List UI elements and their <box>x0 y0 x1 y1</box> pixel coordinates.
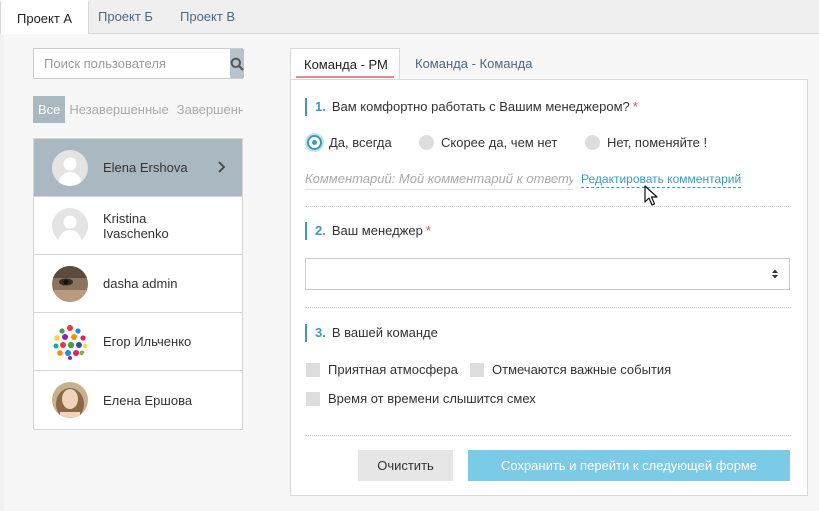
radio-dot <box>307 135 322 150</box>
question-3-title: 3. В вашей команде <box>305 324 438 342</box>
checkbox-label: Приятная атмосфера <box>328 362 458 377</box>
select-arrows-icon <box>772 269 778 279</box>
question-2-title: 2. Ваш менеджер * <box>305 222 431 240</box>
search-button[interactable] <box>230 49 244 78</box>
mouse-cursor-icon <box>644 185 658 206</box>
question-text: Вам комфортно работать с Вашим менеджеро… <box>331 99 630 114</box>
avatar <box>52 323 88 360</box>
radio-no-change[interactable]: Нет, поменяйте ! <box>585 135 707 150</box>
search-icon <box>230 57 244 71</box>
checkbox-box <box>470 362 484 377</box>
question-number: 2. <box>315 223 326 238</box>
search-input[interactable] <box>34 49 230 78</box>
user-name: Егор Ильченко <box>103 334 192 349</box>
user-item-elena-ershova-ru[interactable]: Елена Ершова <box>34 371 242 429</box>
checkbox-box <box>306 391 320 406</box>
project-tabs: Проект А Проект Б Проект В <box>0 0 819 35</box>
radio-rather-yes[interactable]: Скорее да, чем нет <box>419 135 557 150</box>
user-item-dasha-admin[interactable]: dasha admin <box>34 255 242 313</box>
filter-incomplete[interactable]: Незавершенные <box>65 96 172 123</box>
survey-form: 1. Вам комфортно работать с Вашим менедже… <box>290 79 808 496</box>
avatar <box>52 149 88 186</box>
radio-label: Да, всегда <box>329 135 392 150</box>
radio-label: Скорее да, чем нет <box>441 135 558 150</box>
question-text: Ваш менеджер <box>331 223 423 238</box>
user-search <box>33 48 244 79</box>
user-name: Elena Ershova <box>103 160 188 175</box>
save-and-next-button[interactable]: Сохранить и перейти к следующей форме <box>468 450 790 481</box>
radio-yes-always[interactable]: Да, всегда <box>307 135 392 150</box>
tab-team-team[interactable]: Команда - Команда <box>402 48 545 79</box>
tab-project-a[interactable]: Проект А <box>0 0 90 35</box>
user-item-kristina-ivaschenko[interactable]: Kristina Ivaschenko <box>34 197 242 255</box>
user-name: Kristina Ivaschenko <box>103 210 169 241</box>
user-list: Elena Ershova Kristina Ivaschenko dasha … <box>33 138 243 430</box>
question-number: 1. <box>315 99 326 114</box>
question-number: 3. <box>315 325 326 340</box>
avatar <box>52 265 88 302</box>
edit-comment-link[interactable]: Редактировать комментарий <box>581 172 742 188</box>
tab-project-c[interactable]: Проект В <box>164 0 251 34</box>
divider <box>305 206 791 207</box>
user-filters: ВсеНезавершенныеЗавершенные <box>33 96 243 123</box>
avatar <box>52 207 88 244</box>
user-item-elena-ershova[interactable]: Elena Ershova <box>34 139 242 197</box>
filter-complete[interactable]: Завершенные <box>173 96 243 123</box>
required-mark: * <box>425 223 431 238</box>
question-text: В вашей команде <box>331 325 438 340</box>
clear-button[interactable]: Очистить <box>358 450 453 481</box>
radio-dot <box>585 135 600 150</box>
avatar <box>52 382 88 418</box>
checkbox-pleasant-atmosphere[interactable]: Приятная атмосфера <box>306 362 458 377</box>
divider <box>305 435 791 436</box>
user-name: dasha admin <box>103 276 178 291</box>
checkbox-label: Отмечаются важные события <box>492 362 672 377</box>
tab-team-pm[interactable]: Команда - РМ <box>290 48 400 80</box>
manager-select[interactable] <box>305 258 790 290</box>
user-name: Елена Ершова <box>103 392 193 408</box>
filter-all[interactable]: Все <box>33 96 66 123</box>
radio-label: Нет, поменяйте ! <box>607 135 708 150</box>
comment-field[interactable]: Комментарий: Мой комментарий к ответу <box>305 170 573 190</box>
user-item-egor-ilchenko[interactable]: Егор Ильченко <box>34 313 242 371</box>
checkbox-box <box>306 362 320 377</box>
checkbox-label: Время от времени слышится смех <box>328 391 536 406</box>
tab-project-b[interactable]: Проект Б <box>82 0 169 34</box>
question-1-title: 1. Вам комфортно работать с Вашим менедже… <box>305 98 638 116</box>
divider <box>305 307 791 308</box>
checkbox-laughter[interactable]: Время от времени слышится смех <box>306 391 536 406</box>
radio-dot <box>419 135 434 150</box>
required-mark: * <box>632 99 638 114</box>
chevron-right-icon <box>218 161 226 173</box>
checkbox-important-events[interactable]: Отмечаются важные события <box>470 362 671 377</box>
